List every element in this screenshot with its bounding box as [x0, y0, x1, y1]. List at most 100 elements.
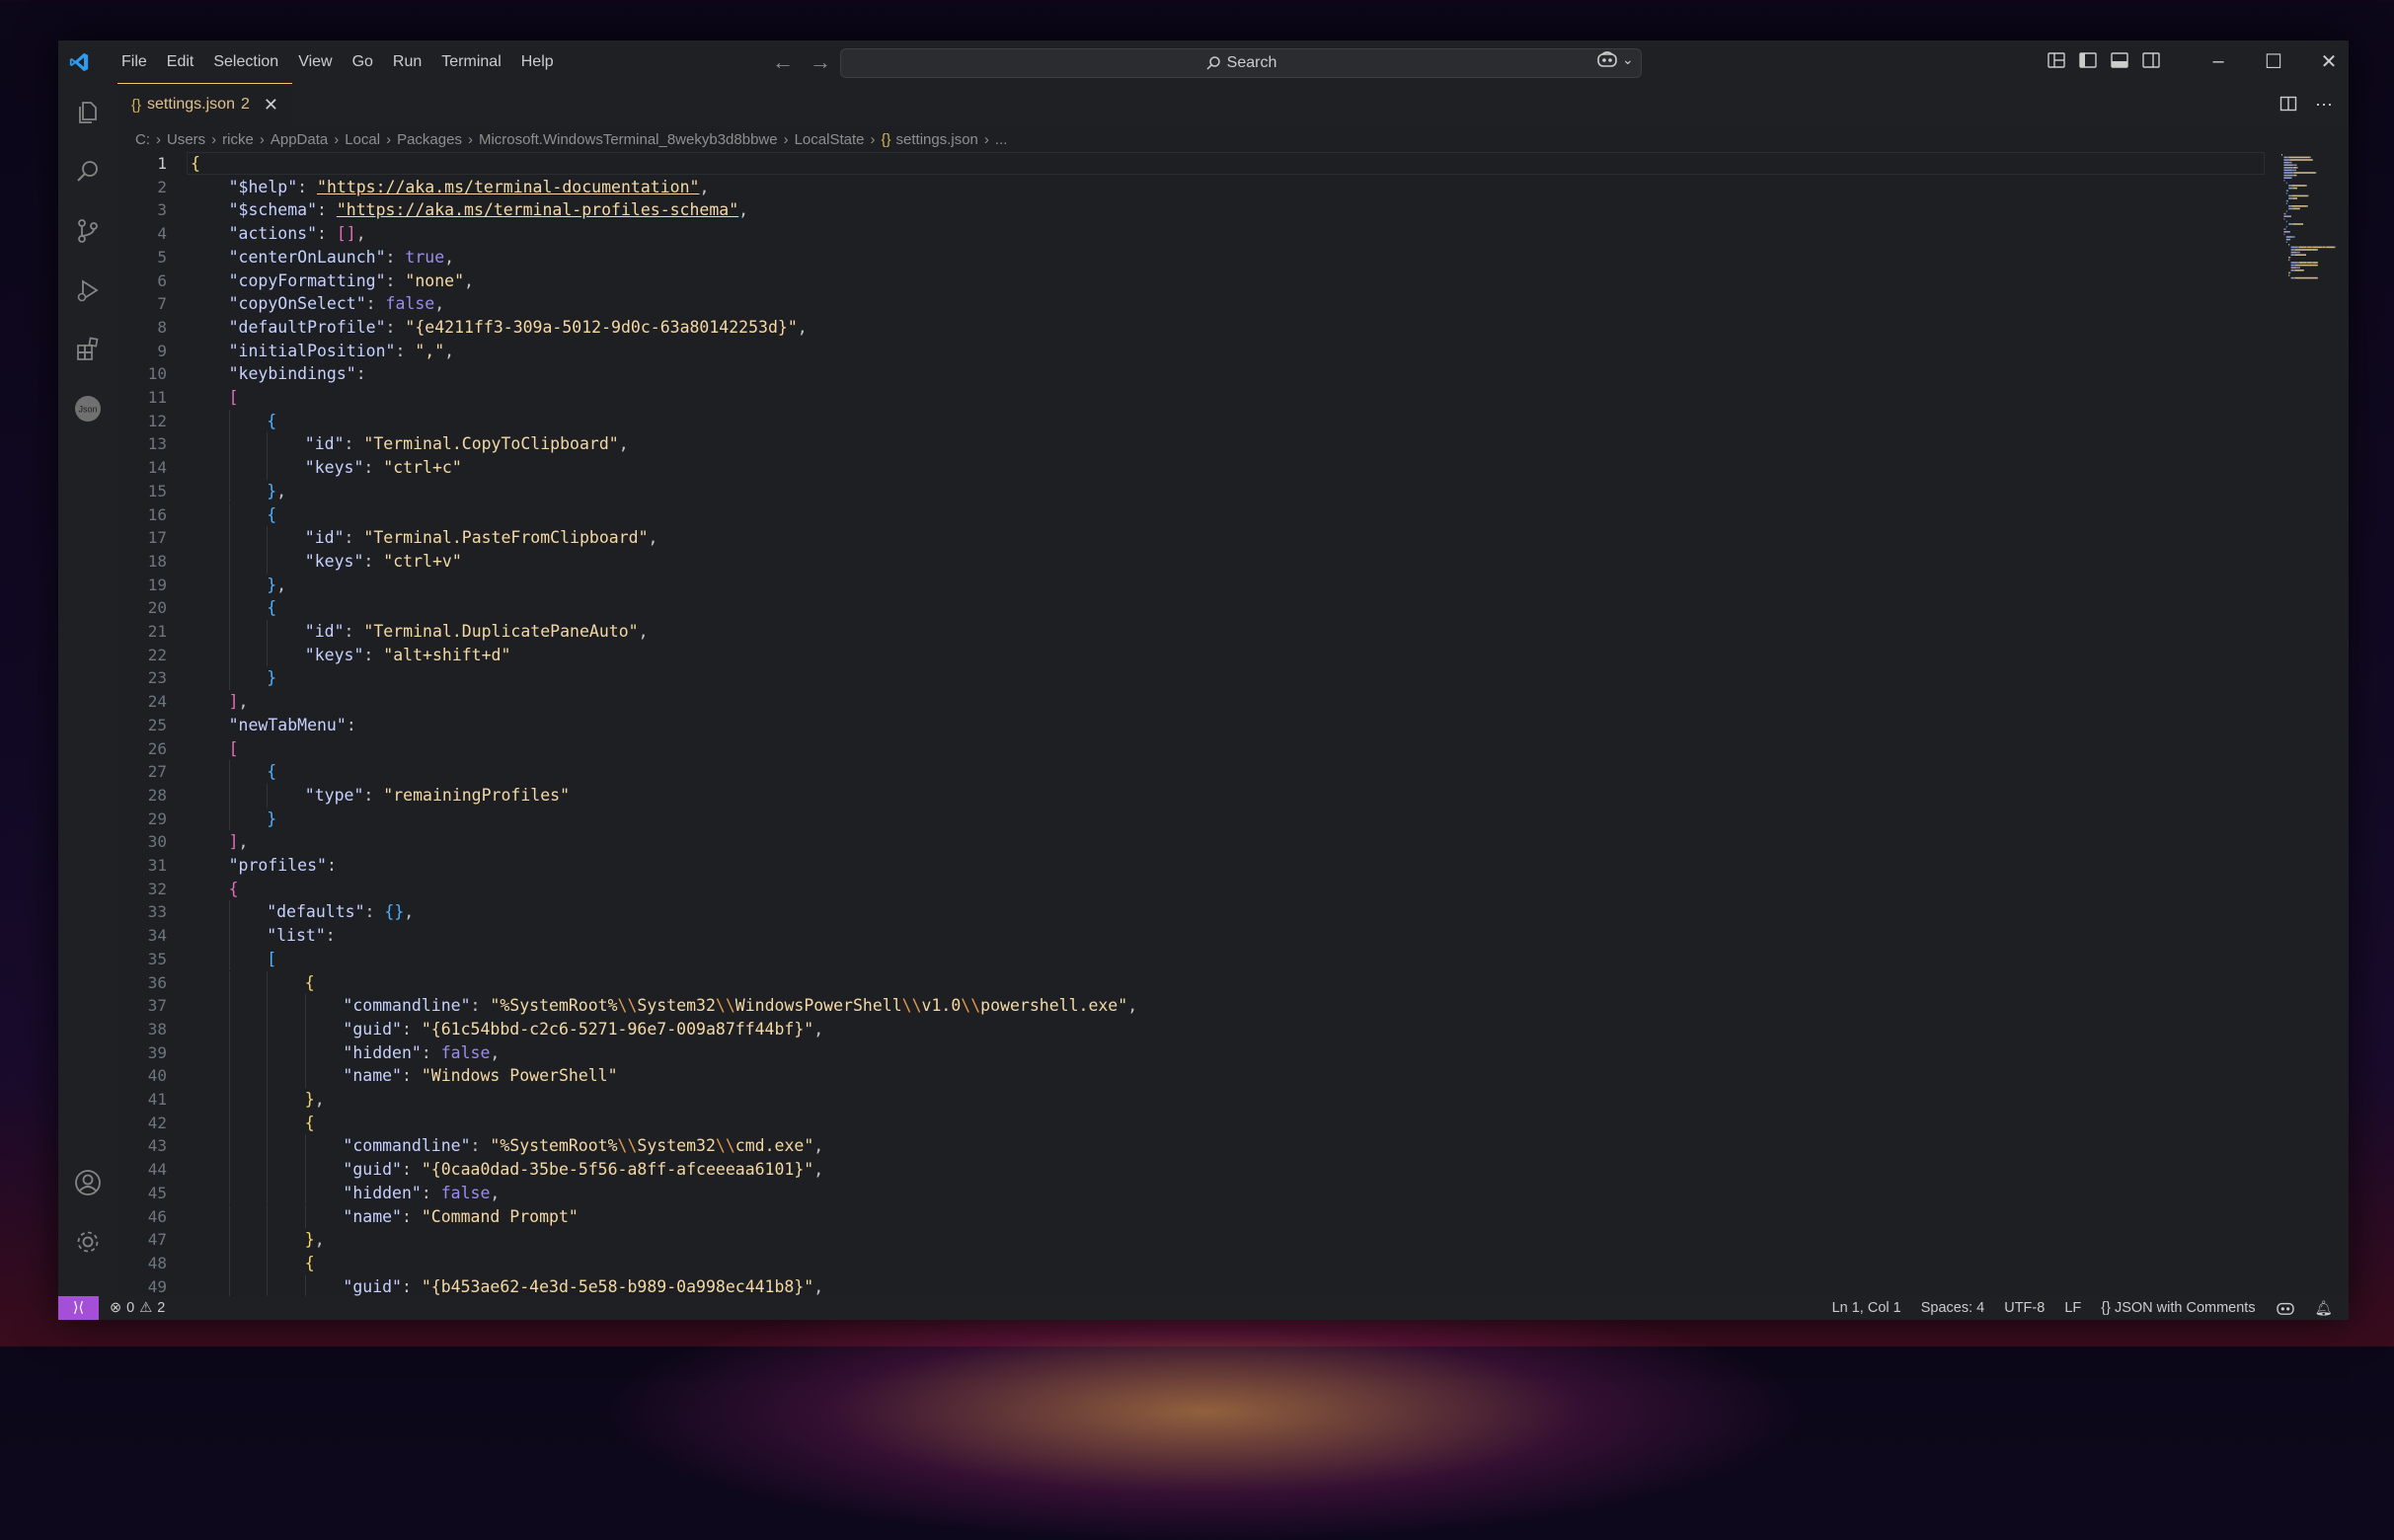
breadcrumb-item[interactable]: settings.json [896, 131, 978, 148]
problems-indicator[interactable]: ⊗ 0 ⚠ 2 [110, 1296, 165, 1320]
minimap-token [2292, 169, 2295, 172]
code-token: "name" [343, 1066, 402, 1086]
line-number: 22 [147, 645, 167, 664]
code-token: "keys" [304, 645, 364, 664]
indent-guide [228, 1040, 230, 1065]
close-window-button[interactable]: ✕ [2301, 40, 2349, 83]
minimap-token [2298, 251, 2300, 254]
settings-gear-icon[interactable] [72, 1226, 104, 1258]
breadcrumb-item[interactable]: Local [345, 131, 380, 148]
indent-guide [267, 1204, 269, 1229]
command-center-search[interactable]: Search [840, 48, 1642, 78]
forward-arrow-icon[interactable]: → [810, 49, 831, 75]
code-editor[interactable]: 1 2 3 4 5 6 7 8 9 10 11 12 13 14 15 16 17 18 19 20 21 22 23 24 2… [117, 152, 2349, 1299]
code-line: { [267, 503, 276, 527]
remote-indicator[interactable]: ⟩⟨ [58, 1296, 99, 1320]
extensions-icon[interactable] [72, 334, 104, 365]
breadcrumb-item[interactable]: AppData [270, 131, 328, 148]
breadcrumb-item[interactable]: Packages [397, 131, 462, 148]
breadcrumb-item[interactable]: Microsoft.WindowsTerminal_8wekyb3d8bbwe [479, 131, 778, 148]
code-token: "defaultProfile" [228, 317, 386, 337]
code-token: "actions" [228, 224, 317, 244]
copilot-icon[interactable] [2276, 1300, 2295, 1316]
menu-selection[interactable]: Selection [203, 40, 288, 83]
menu-view[interactable]: View [288, 40, 342, 83]
breadcrumb-item[interactable]: ... [995, 131, 1008, 148]
code-token: : [363, 458, 384, 478]
menu-go[interactable]: Go [343, 40, 383, 83]
minimap-token [2295, 174, 2297, 177]
more-actions-icon[interactable]: ⋯ [2315, 95, 2333, 116]
minimap-token [2293, 174, 2296, 177]
menu-edit[interactable]: Edit [157, 40, 204, 83]
back-arrow-icon[interactable]: ← [772, 49, 794, 75]
code-token: : [355, 364, 366, 384]
error-icon: ⊗ [110, 1300, 122, 1316]
code-token: "Terminal.CopyToClipboard" [363, 434, 619, 454]
minimap-token [2283, 159, 2289, 161]
code-token: "guid" [343, 1019, 402, 1039]
code-token: : [365, 294, 386, 314]
code-token: "id" [304, 528, 345, 548]
toggle-primary-sidebar-icon[interactable] [2078, 50, 2098, 70]
toggle-secondary-sidebar-icon[interactable] [2141, 50, 2161, 70]
copilot-button[interactable]: ⌄ [1596, 50, 1634, 68]
search-icon[interactable] [72, 156, 104, 188]
chevron-right-icon: › [259, 130, 265, 148]
minimap-token [2317, 276, 2318, 279]
breadcrumb-item[interactable]: LocalState [795, 131, 865, 148]
code-line: { [267, 760, 276, 784]
maximize-button[interactable]: ☐ [2246, 40, 2301, 83]
minimap-token [2283, 169, 2292, 172]
menu-file[interactable]: File [112, 40, 157, 83]
indent-guide [228, 432, 230, 457]
breadcrumb-item[interactable]: C: [135, 131, 150, 148]
split-editor-icon[interactable] [2279, 95, 2297, 113]
menu-terminal[interactable]: Terminal [431, 40, 510, 83]
chevron-right-icon: › [386, 130, 392, 148]
minimap-token [2288, 187, 2292, 190]
code-line: }, [305, 1088, 325, 1112]
minimap-token [2288, 156, 2310, 159]
minimap-token [2283, 212, 2285, 215]
menu-help[interactable]: Help [511, 40, 564, 83]
account-icon[interactable] [72, 1167, 104, 1198]
run-debug-icon[interactable] [72, 274, 104, 306]
explorer-icon[interactable] [72, 97, 104, 128]
cursor-position[interactable]: Ln 1, Col 1 [1832, 1300, 1901, 1316]
toggle-panel-icon[interactable] [2110, 50, 2129, 70]
code-token: "," [415, 341, 445, 360]
code-token: "keys" [304, 458, 364, 478]
chevron-right-icon: › [334, 130, 340, 148]
customize-layout-icon[interactable] [2046, 50, 2066, 70]
minimap-token [2293, 270, 2295, 271]
notifications-bell-icon[interactable]: 🔔︎ [2315, 1300, 2333, 1317]
code-token: WindowsPowerShell [734, 996, 902, 1016]
source-control-icon[interactable] [72, 215, 104, 247]
remote-icon: ⟩⟨ [72, 1300, 85, 1316]
indent-guide [228, 783, 230, 808]
minimap-token [2291, 207, 2293, 210]
code-token: : [421, 1042, 441, 1062]
breadcrumb-item[interactable]: Users [167, 131, 205, 148]
indentation[interactable]: Spaces: 4 [1921, 1300, 1985, 1316]
menu-run[interactable]: Run [383, 40, 431, 83]
minimap-token [2285, 182, 2287, 185]
minimize-button[interactable]: – [2191, 40, 2246, 83]
breadcrumb-item[interactable]: ricke [222, 131, 254, 148]
minimap-token [2283, 215, 2290, 217]
tab-settings-json[interactable]: {} settings.json 2 ✕ [117, 83, 292, 125]
chevron-right-icon: › [211, 130, 217, 148]
indent-guide [228, 1181, 230, 1205]
json-icon[interactable]: Json [72, 393, 104, 424]
language-mode[interactable]: {} JSON with Comments [2101, 1300, 2255, 1316]
line-number: 19 [147, 575, 167, 594]
minimap[interactable] [2279, 152, 2349, 409]
code-line: { [191, 152, 200, 176]
end-of-line[interactable]: LF [2064, 1300, 2081, 1316]
close-tab-icon[interactable]: ✕ [264, 95, 278, 116]
code-token: "hidden" [343, 1183, 422, 1202]
encoding[interactable]: UTF-8 [2004, 1300, 2045, 1316]
code-token: , [813, 1160, 824, 1180]
indent-guide [304, 1134, 306, 1159]
